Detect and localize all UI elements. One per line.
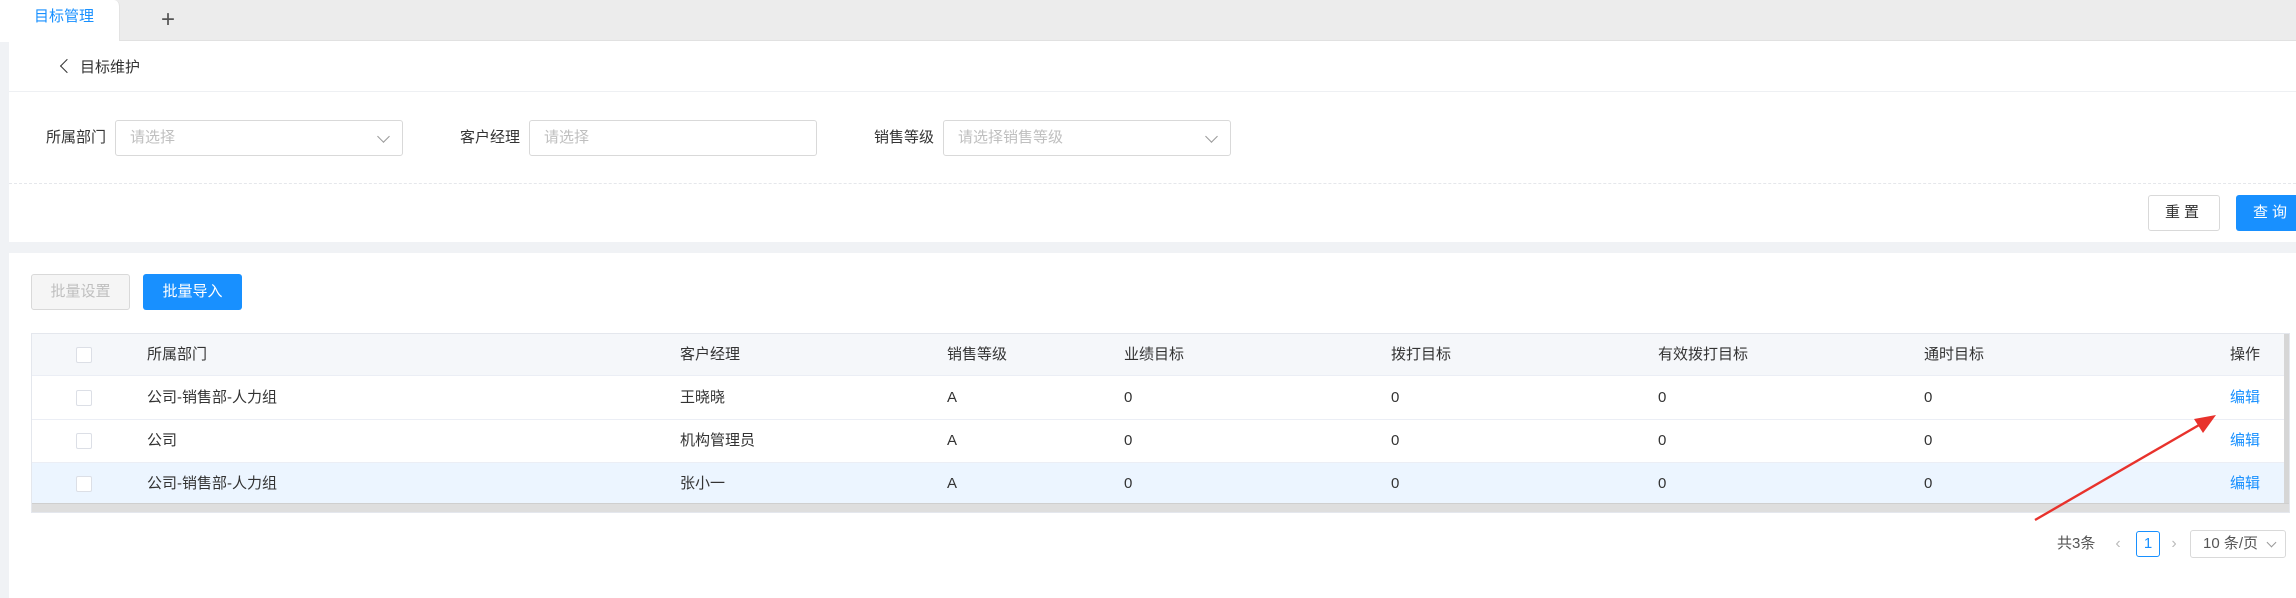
col-header-action: 操作 bbox=[2230, 346, 2261, 363]
cell-level: A bbox=[947, 389, 958, 406]
row-checkbox[interactable] bbox=[76, 390, 92, 406]
table-row: 公司-销售部-人力组 王晓晓 A 0 0 0 0 编辑 bbox=[32, 377, 2289, 420]
page-size-label: 10 条/页 bbox=[2203, 535, 2259, 552]
table-row: 公司 机构管理员 A 0 0 0 0 编辑 bbox=[32, 420, 2289, 463]
prev-page-icon[interactable]: ‹ bbox=[2108, 532, 2128, 556]
chevron-down-icon bbox=[1205, 130, 1218, 143]
cell-manager: 机构管理员 bbox=[680, 432, 756, 449]
tab-bar bbox=[0, 0, 2296, 41]
cell-dept: 公司 bbox=[147, 432, 178, 449]
level-select[interactable]: 请选择销售等级 bbox=[943, 120, 1231, 156]
cell-talk: 0 bbox=[1924, 432, 1933, 449]
cell-dial: 0 bbox=[1391, 432, 1400, 449]
batch-set-button: 批量设置 bbox=[31, 274, 130, 310]
cell-talk: 0 bbox=[1924, 389, 1933, 406]
col-header-perf: 业绩目标 bbox=[1124, 346, 1185, 363]
row-checkbox[interactable] bbox=[76, 476, 92, 492]
dept-label: 所属部门 bbox=[46, 129, 107, 146]
col-header-dial: 拨打目标 bbox=[1391, 346, 1452, 363]
col-header-manager: 客户经理 bbox=[680, 346, 741, 363]
col-header-dept: 所属部门 bbox=[147, 346, 208, 363]
query-button[interactable]: 查询 bbox=[2236, 195, 2296, 231]
cell-manager: 王晓晓 bbox=[680, 389, 726, 406]
col-header-talk: 通时目标 bbox=[1924, 346, 1985, 363]
level-label: 销售等级 bbox=[874, 129, 935, 146]
cell-level: A bbox=[947, 432, 958, 449]
edit-link[interactable]: 编辑 bbox=[2230, 463, 2260, 505]
horizontal-scrollbar[interactable] bbox=[32, 503, 2289, 512]
next-page-icon[interactable]: › bbox=[2164, 532, 2184, 556]
back-button[interactable]: 目标维护 bbox=[59, 54, 141, 82]
batch-import-button[interactable]: 批量导入 bbox=[143, 274, 242, 310]
edit-link[interactable]: 编辑 bbox=[2230, 377, 2260, 419]
cell-valid-dial: 0 bbox=[1658, 389, 1667, 406]
cell-dept: 公司-销售部-人力组 bbox=[147, 389, 277, 406]
page-title: 目标维护 bbox=[80, 59, 141, 76]
edit-link[interactable]: 编辑 bbox=[2230, 420, 2260, 462]
manager-input-placeholder: 请选择 bbox=[544, 129, 590, 146]
table-row: 公司-销售部-人力组 张小一 A 0 0 0 0 编辑 bbox=[32, 463, 2289, 506]
cell-perf: 0 bbox=[1124, 432, 1133, 449]
tab-target-management[interactable]: 目标管理 bbox=[0, 0, 120, 42]
cell-valid-dial: 0 bbox=[1658, 432, 1667, 449]
chevron-down-icon bbox=[2266, 537, 2277, 548]
dept-select[interactable]: 请选择 bbox=[115, 120, 403, 156]
current-page-button[interactable]: 1 bbox=[2136, 531, 2160, 557]
cell-dial: 0 bbox=[1391, 389, 1400, 406]
page-size-select[interactable]: 10 条/页 bbox=[2190, 530, 2286, 558]
cell-dept: 公司-销售部-人力组 bbox=[147, 475, 277, 492]
page-header bbox=[9, 41, 2296, 92]
cell-manager: 张小一 bbox=[680, 475, 726, 492]
filter-panel bbox=[9, 92, 2296, 242]
dept-select-placeholder: 请选择 bbox=[130, 129, 176, 146]
manager-input[interactable]: 请选择 bbox=[529, 120, 817, 156]
table-header: 所属部门 客户经理 销售等级 业绩目标 拨打目标 有效拨打目标 通时目标 操作 bbox=[32, 334, 2289, 376]
cell-valid-dial: 0 bbox=[1658, 475, 1667, 492]
select-all-checkbox[interactable] bbox=[76, 347, 92, 363]
col-header-level: 销售等级 bbox=[947, 346, 1008, 363]
chevron-left-icon bbox=[59, 58, 75, 74]
col-header-valid-dial: 有效拨打目标 bbox=[1658, 346, 1749, 363]
vertical-scrollbar[interactable] bbox=[2284, 334, 2289, 503]
divider bbox=[9, 183, 2296, 184]
cell-perf: 0 bbox=[1124, 475, 1133, 492]
level-select-placeholder: 请选择销售等级 bbox=[958, 129, 1064, 146]
add-tab-icon[interactable]: + bbox=[154, 4, 182, 36]
row-checkbox[interactable] bbox=[76, 433, 92, 449]
cell-dial: 0 bbox=[1391, 475, 1400, 492]
reset-button[interactable]: 重置 bbox=[2148, 195, 2220, 231]
cell-perf: 0 bbox=[1124, 389, 1133, 406]
manager-label: 客户经理 bbox=[460, 129, 521, 146]
pagination-total: 共3条 bbox=[2057, 535, 2096, 552]
chevron-down-icon bbox=[377, 130, 390, 143]
cell-talk: 0 bbox=[1924, 475, 1933, 492]
cell-level: A bbox=[947, 475, 958, 492]
